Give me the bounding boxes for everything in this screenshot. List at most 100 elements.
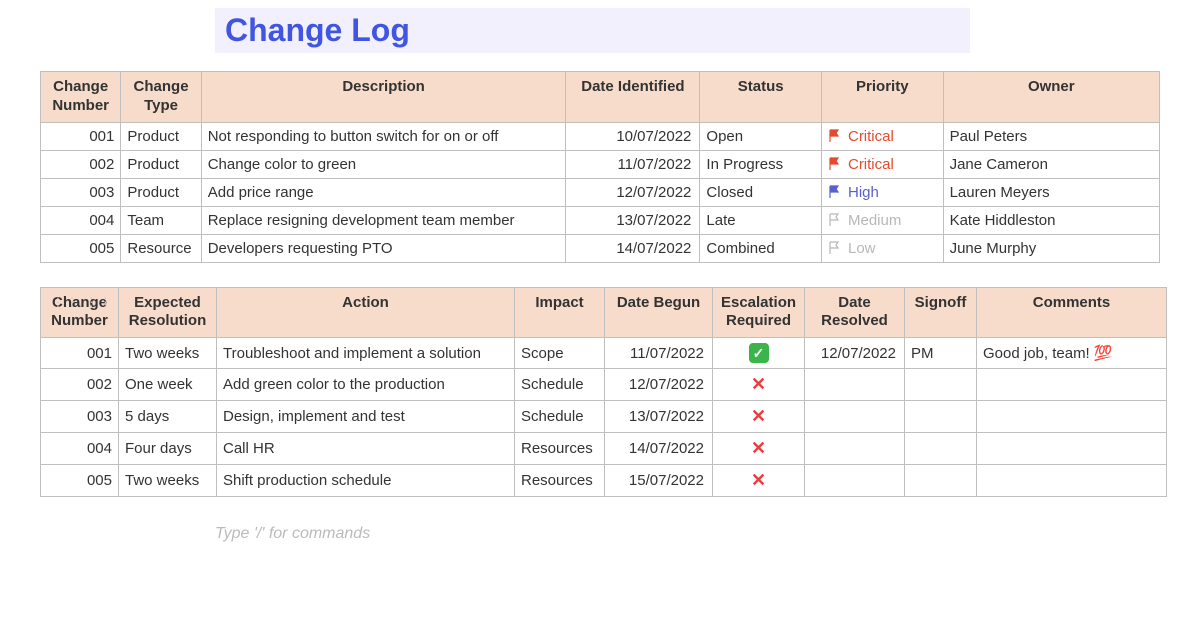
col-header: Comments — [977, 287, 1167, 338]
cell-change-number: 002 — [41, 150, 121, 178]
change-log-table: Change NumberChange TypeDescriptionDate … — [40, 71, 1160, 263]
cell-escalation: ✕ — [713, 401, 805, 433]
cell-date-identified: 14/07/2022 — [566, 234, 700, 262]
cell-priority: Critical — [821, 150, 943, 178]
title-block: Change Log — [215, 8, 970, 53]
cell-status: In Progress — [700, 150, 822, 178]
col-header: Impact — [515, 287, 605, 338]
table-row: 005ResourceDevelopers requesting PTO14/0… — [41, 234, 1160, 262]
table-row: 0035 daysDesign, implement and testSched… — [41, 401, 1167, 433]
cell-date-begun: 14/07/2022 — [605, 433, 713, 465]
cell-action: Call HR — [217, 433, 515, 465]
change-detail-table: Change NumberExpected ResolutionActionIm… — [40, 287, 1167, 498]
table-row: 002One weekAdd green color to the produc… — [41, 369, 1167, 401]
table-row: 004Four daysCall HRResources14/07/2022✕ — [41, 433, 1167, 465]
cell-impact: Scope — [515, 338, 605, 369]
cell-change-number: 004 — [41, 206, 121, 234]
cell-signoff — [905, 433, 977, 465]
cell-comments — [977, 369, 1167, 401]
page-title: Change Log — [225, 12, 410, 48]
table-row: 004TeamReplace resigning development tea… — [41, 206, 1160, 234]
cell-status: Combined — [700, 234, 822, 262]
cell-owner: Jane Cameron — [943, 150, 1159, 178]
table-row: 003ProductAdd price range12/07/2022Close… — [41, 178, 1160, 206]
cell-change-number: 001 — [41, 338, 119, 369]
col-header: Action — [217, 287, 515, 338]
flag-icon — [828, 240, 848, 257]
col-header: Escalation Required — [713, 287, 805, 338]
cell-description: Not responding to button switch for on o… — [201, 122, 566, 150]
x-icon: ✕ — [751, 406, 766, 426]
col-header: Date Begun — [605, 287, 713, 338]
cell-change-number: 003 — [41, 401, 119, 433]
priority-label: Low — [848, 240, 876, 257]
flag-icon — [828, 212, 848, 229]
cell-change-number: 005 — [41, 465, 119, 497]
cell-escalation: ✕ — [713, 369, 805, 401]
col-header: Change Type — [121, 72, 201, 123]
cell-escalation: ✕ — [713, 433, 805, 465]
cell-expected-resolution: Two weeks — [119, 465, 217, 497]
cell-impact: Schedule — [515, 369, 605, 401]
cell-date-resolved — [805, 401, 905, 433]
slash-command-input[interactable] — [215, 521, 615, 547]
cell-change-type: Product — [121, 122, 201, 150]
cell-date-resolved: 12/07/2022 — [805, 338, 905, 369]
cell-comments: Good job, team! 💯 — [977, 338, 1167, 369]
cell-escalation: ✕ — [713, 465, 805, 497]
col-header: Priority — [821, 72, 943, 123]
x-icon: ✕ — [751, 470, 766, 490]
cell-escalation: ✓ — [713, 338, 805, 369]
cell-status: Closed — [700, 178, 822, 206]
cell-signoff — [905, 401, 977, 433]
cell-date-identified: 12/07/2022 — [566, 178, 700, 206]
cell-owner: Lauren Meyers — [943, 178, 1159, 206]
cell-priority: High — [821, 178, 943, 206]
x-icon: ✕ — [751, 374, 766, 394]
cell-expected-resolution: Two weeks — [119, 338, 217, 369]
cell-priority: Medium — [821, 206, 943, 234]
table2-wrap: ⋮⋮ ⋮⋮ Change NumberExpected ResolutionAc… — [40, 287, 1160, 498]
cell-date-identified: 10/07/2022 — [566, 122, 700, 150]
cell-date-resolved — [805, 465, 905, 497]
cell-change-number: 004 — [41, 433, 119, 465]
cell-signoff: PM — [905, 338, 977, 369]
cell-change-number: 005 — [41, 234, 121, 262]
cell-owner: Paul Peters — [943, 122, 1159, 150]
priority-label: Medium — [848, 212, 901, 229]
cell-expected-resolution: One week — [119, 369, 217, 401]
cell-expected-resolution: Four days — [119, 433, 217, 465]
cell-action: Shift production schedule — [217, 465, 515, 497]
cell-status: Late — [700, 206, 822, 234]
cell-description: Change color to green — [201, 150, 566, 178]
cell-action: Troubleshoot and implement a solution — [217, 338, 515, 369]
cell-description: Developers requesting PTO — [201, 234, 566, 262]
drag-handle-icon[interactable]: ⋮⋮ ⋮⋮ — [52, 295, 113, 309]
cell-status: Open — [700, 122, 822, 150]
cell-comments — [977, 401, 1167, 433]
cell-description: Replace resigning development team membe… — [201, 206, 566, 234]
cell-impact: Resources — [515, 465, 605, 497]
col-header: Status — [700, 72, 822, 123]
cell-signoff — [905, 369, 977, 401]
col-header: Date Resolved — [805, 287, 905, 338]
cell-date-identified: 13/07/2022 — [566, 206, 700, 234]
cell-comments — [977, 433, 1167, 465]
cell-owner: Kate Hiddleston — [943, 206, 1159, 234]
cell-owner: June Murphy — [943, 234, 1159, 262]
cell-change-type: Team — [121, 206, 201, 234]
cell-date-begun: 11/07/2022 — [605, 338, 713, 369]
table1-wrap: Change NumberChange TypeDescriptionDate … — [40, 71, 1160, 263]
x-icon: ✕ — [751, 438, 766, 458]
cell-change-type: Product — [121, 178, 201, 206]
cell-priority: Low — [821, 234, 943, 262]
table-row: 001ProductNot responding to button switc… — [41, 122, 1160, 150]
cell-impact: Schedule — [515, 401, 605, 433]
cell-date-identified: 11/07/2022 — [566, 150, 700, 178]
cell-date-begun: 13/07/2022 — [605, 401, 713, 433]
flag-icon — [828, 128, 848, 145]
priority-label: Critical — [848, 128, 894, 145]
cell-date-begun: 15/07/2022 — [605, 465, 713, 497]
table-row: 005Two weeksShift production scheduleRes… — [41, 465, 1167, 497]
cell-date-resolved — [805, 433, 905, 465]
